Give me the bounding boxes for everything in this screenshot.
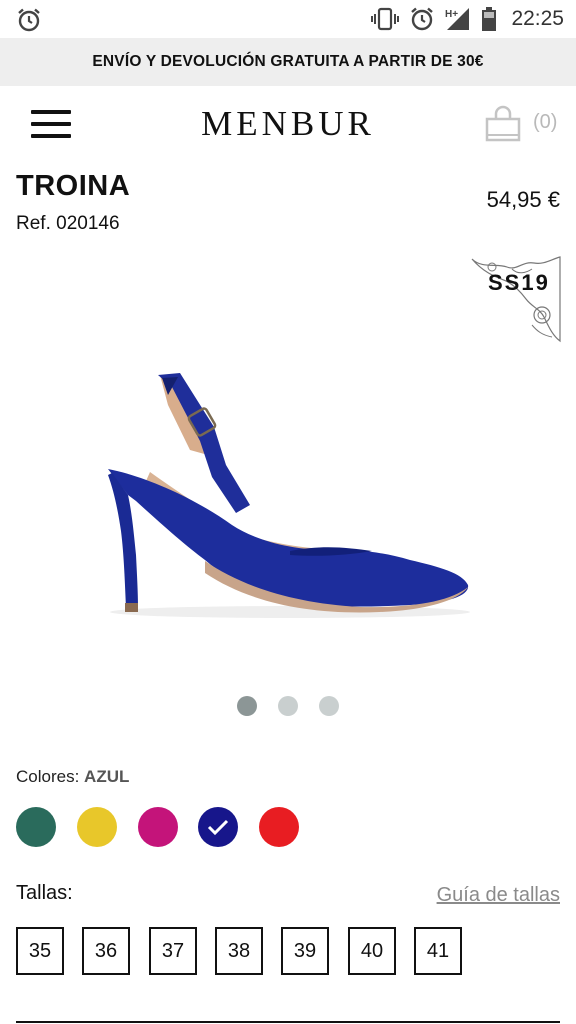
check-icon <box>207 819 229 836</box>
size-option-41[interactable]: 41 <box>414 927 462 975</box>
color-swatch-red[interactable] <box>259 807 299 847</box>
size-option-36[interactable]: 36 <box>82 927 130 975</box>
divider <box>16 1021 560 1023</box>
carousel-dots <box>0 696 576 716</box>
size-option-39[interactable]: 39 <box>281 927 329 975</box>
product-reference: Ref. 020146 <box>16 213 120 234</box>
clock: 22:25 <box>511 7 564 30</box>
season-badge-ornament <box>471 256 561 343</box>
promo-banner[interactable]: ENVÍO Y DEVOLUCIÓN GRATUITA A PARTIR DE … <box>0 38 576 86</box>
size-guide-link[interactable]: Guía de tallas <box>437 884 560 907</box>
status-bar: H+ 22:25 <box>0 0 576 38</box>
alarm-icon <box>411 7 434 31</box>
carousel-dot-3[interactable] <box>319 696 339 716</box>
product-price: 54,95 € <box>486 187 560 212</box>
product-title: TROINA <box>16 170 131 202</box>
site-header: MENBUR (0) <box>0 86 576 166</box>
size-option-37[interactable]: 37 <box>149 927 197 975</box>
vibrate-icon <box>371 7 400 31</box>
colors-label: Colores: AZUL <box>16 767 130 786</box>
signal-hplus-icon: H+ <box>445 8 470 30</box>
svg-text:H+: H+ <box>445 9 458 20</box>
alarm-icon <box>18 8 40 32</box>
cart-count[interactable]: (0) <box>533 111 557 134</box>
size-option-38[interactable]: 38 <box>215 927 263 975</box>
sizes-label: Tallas: <box>16 882 73 904</box>
shopping-bag-icon[interactable] <box>483 104 523 144</box>
size-option-35[interactable]: 35 <box>16 927 64 975</box>
carousel-dot-1[interactable] <box>237 696 257 716</box>
selected-color-name: AZUL <box>84 767 130 786</box>
size-option-40[interactable]: 40 <box>348 927 396 975</box>
carousel-dot-2[interactable] <box>278 696 298 716</box>
battery-icon <box>482 7 497 31</box>
color-swatch-azul[interactable] <box>198 807 238 847</box>
season-badge: SS19 <box>488 270 550 295</box>
color-swatch-yellow[interactable] <box>77 807 117 847</box>
color-swatch-magenta[interactable] <box>138 807 178 847</box>
promo-text: ENVÍO Y DEVOLUCIÓN GRATUITA A PARTIR DE … <box>92 53 484 70</box>
color-swatch-green[interactable] <box>16 807 56 847</box>
